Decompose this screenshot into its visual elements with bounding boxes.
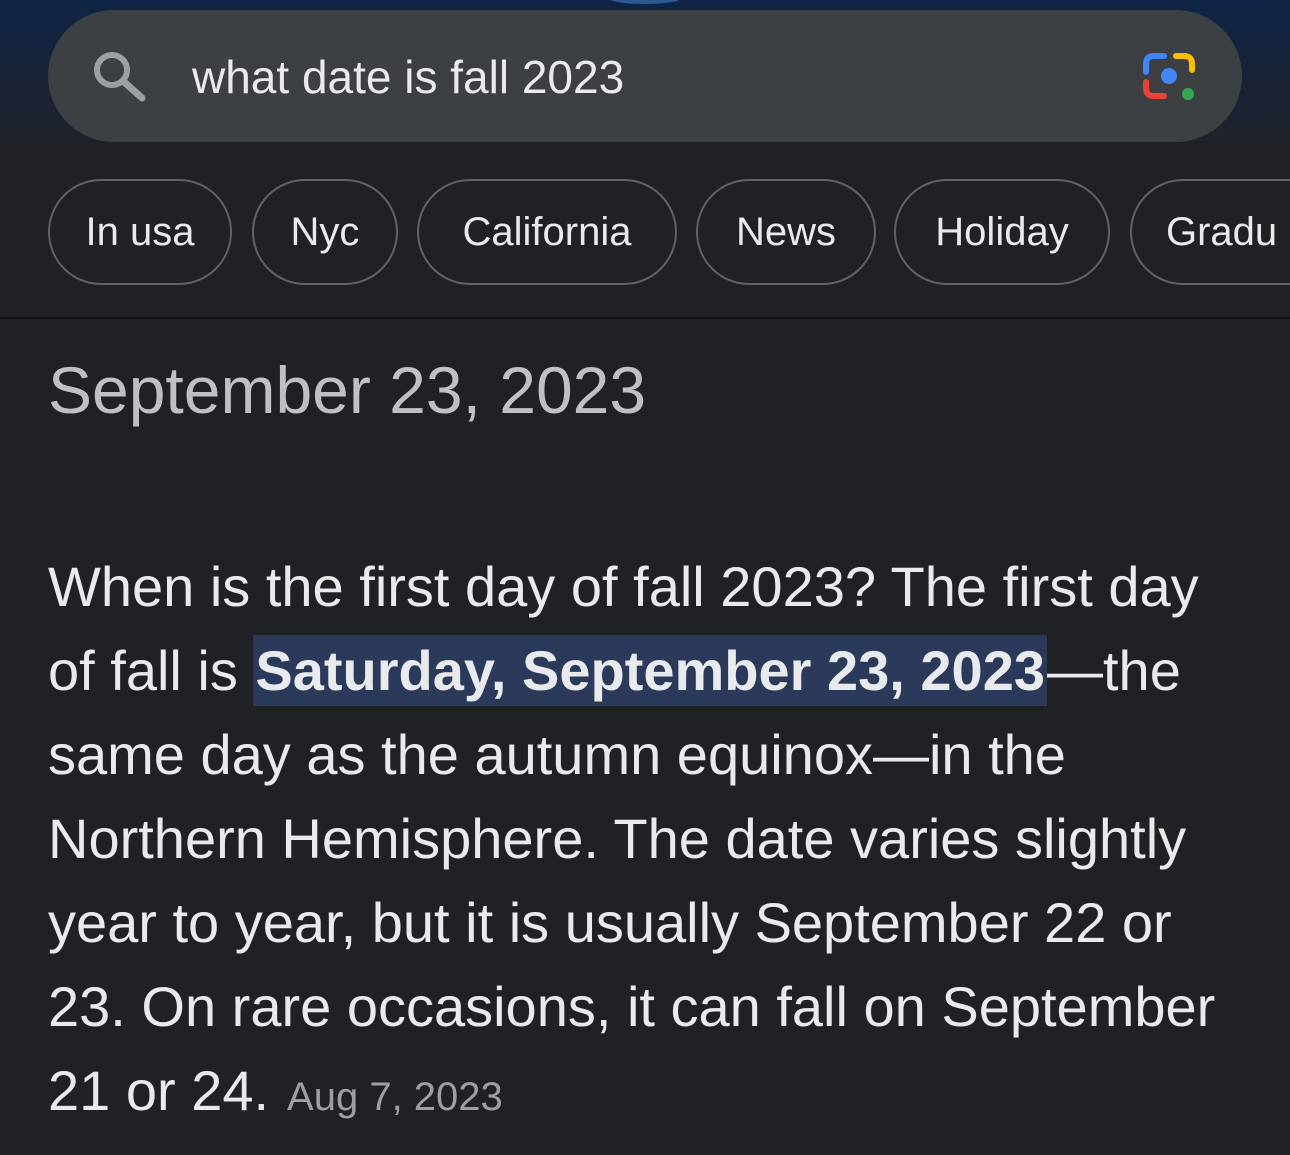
snippet-text-after: —the same day as the autumn equinox—in t… [48, 639, 1216, 1122]
refinement-chips: In usa Nyc California News Holiday Gradu [48, 179, 1290, 285]
search-results-page: what date is fall 2023 In usa Nyc Califo… [0, 0, 1290, 1155]
google-lens-icon[interactable] [1138, 50, 1202, 104]
chip-california[interactable]: California [417, 179, 677, 285]
search-icon[interactable] [90, 50, 148, 102]
search-input[interactable]: what date is fall 2023 [192, 47, 624, 107]
featured-snippet-text: When is the first day of fall 2023? The … [48, 545, 1248, 1139]
chip-in-usa[interactable]: In usa [48, 179, 232, 285]
chip-holiday[interactable]: Holiday [894, 179, 1110, 285]
section-divider [0, 317, 1290, 319]
chip-nyc[interactable]: Nyc [252, 179, 398, 285]
snippet-date: Aug 7, 2023 [287, 1075, 503, 1119]
featured-answer-title: September 23, 2023 [48, 353, 647, 427]
chip-graduation[interactable]: Gradu [1130, 179, 1290, 285]
snippet-highlight: Saturday, September 23, 2023 [253, 635, 1047, 706]
chip-news[interactable]: News [696, 179, 876, 285]
